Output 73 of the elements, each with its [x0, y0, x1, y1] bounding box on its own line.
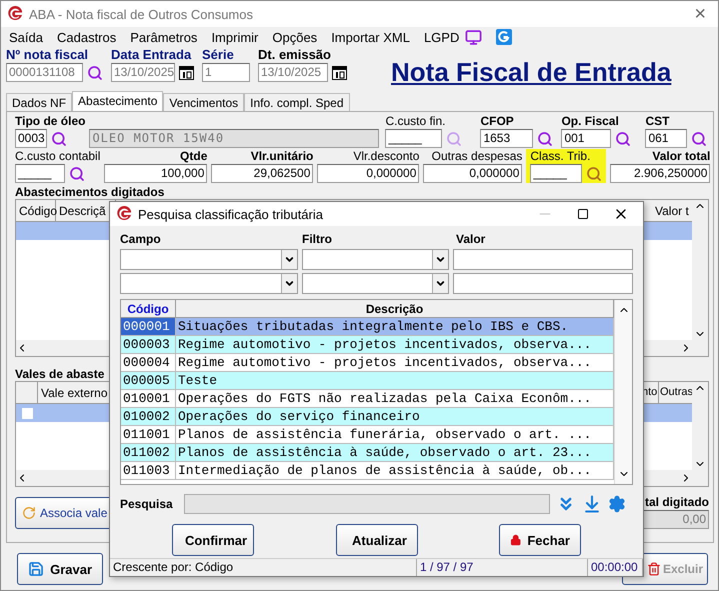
text-field[interactable]: _____: [385, 129, 442, 148]
field-label: Qtde: [179, 149, 208, 164]
section-title: Abastecimentos digitados: [15, 185, 164, 199]
tab[interactable]: Dados NF: [6, 93, 72, 111]
text-field[interactable]: 0,000000: [423, 164, 522, 183]
table-row[interactable]: 000003 Regime automotivo - projetos incentivados, observa...: [121, 336, 614, 354]
field-label: Valor: [456, 232, 486, 246]
text-field[interactable]: 100,000: [104, 164, 208, 183]
field-label: Outras despesas: [430, 149, 522, 164]
field-label: Vlr.unitário: [250, 149, 314, 164]
field-label: Dt. emissão: [258, 47, 332, 63]
column-header[interactable]: Valor t: [652, 200, 692, 221]
action-button[interactable]: Gravar: [17, 553, 103, 585]
column-header[interactable]: Outras: [659, 382, 692, 403]
field-label: Class. Trib.: [530, 149, 592, 164]
field-label: Campo: [120, 232, 162, 246]
field-label: C.custo contabil: [15, 149, 100, 164]
close-button[interactable]: ×: [694, 2, 712, 26]
text-field[interactable]: 1653: [480, 129, 534, 148]
field-label: Valor total: [651, 149, 710, 164]
field-label: Data Entrada: [111, 47, 192, 63]
table-row[interactable]: 010002 Operações do serviço financeiro: [121, 408, 614, 426]
field-label: tal digitado: [645, 495, 709, 510]
text-field[interactable]: _____: [530, 164, 582, 183]
field-label: Op. Fiscal: [561, 114, 620, 129]
menu-item[interactable]: Parâmetros: [130, 30, 198, 44]
table-row[interactable]: 000004 Regime automotivo - projetos incentivados, observa...: [121, 354, 614, 372]
field-label: CFOP: [480, 114, 515, 129]
tab[interactable]: Vencimentos: [163, 93, 244, 111]
dialog-title: Pesquisa classificação tributária: [138, 206, 324, 222]
menu-item[interactable]: Saída: [9, 30, 43, 44]
tab[interactable]: Info. compl. Sped: [244, 93, 350, 111]
text-field[interactable]: 13/10/2025: [258, 63, 328, 82]
menu-item[interactable]: Opções: [272, 30, 318, 44]
dialog-button[interactable]: Atualizar: [336, 524, 418, 556]
tab[interactable]: Abastecimento: [72, 91, 164, 111]
table-row[interactable]: 010001 Operações do FGTS não realizadas pela Caixa Econôm...: [121, 390, 614, 408]
field-label: C.custo fin.: [385, 114, 446, 129]
text-field[interactable]: 1: [202, 63, 250, 82]
table-row[interactable]: 000001 Situações tributadas integralmente pelo IBS e CBS.: [121, 318, 614, 336]
page-heading: Nota Fiscal de Entrada: [391, 57, 672, 88]
window-title: ABA - Nota fiscal de Outros Consumos: [29, 6, 254, 22]
menu-item[interactable]: Importar XML: [331, 30, 410, 44]
status-text: 1 / 97 / 97: [416, 559, 588, 576]
menu-item[interactable]: LGPD: [424, 30, 460, 44]
table-row[interactable]: 011001 Planos de assistência funerária, observado o art. ...: [121, 426, 614, 444]
text-field[interactable]: 0000131108: [6, 63, 83, 82]
status-text: Crescente por: Código: [110, 559, 417, 576]
table-row[interactable]: 011002 Planos de assistência à saúde, observado o art. 23...: [121, 444, 614, 462]
field-label: CST: [645, 114, 670, 129]
text-field[interactable]: _____: [15, 164, 65, 183]
dialog-button[interactable]: Fechar: [499, 524, 581, 556]
menu-item[interactable]: Cadastros: [56, 30, 116, 44]
menu-item[interactable]: Imprimir: [211, 30, 258, 44]
field-label: Vlr.desconto: [352, 149, 420, 164]
field-label: Nº nota fiscal: [6, 47, 90, 63]
text-field[interactable]: 001: [561, 129, 612, 148]
text-field[interactable]: 13/10/2025: [111, 63, 175, 82]
text-field[interactable]: 0003: [15, 129, 47, 148]
text-field[interactable]: 29,062500: [211, 164, 314, 183]
field-label: Série: [202, 47, 235, 63]
column-header[interactable]: Código: [121, 300, 176, 317]
dialog-button[interactable]: Confirmar: [172, 524, 254, 556]
field-label: Filtro: [302, 232, 333, 246]
status-text: 00:00:00: [588, 559, 643, 576]
column-header[interactable]: Código: [16, 200, 56, 221]
text-field[interactable]: 0,000000: [317, 164, 420, 183]
text-field[interactable]: 2.906,250000: [610, 164, 710, 183]
table-row[interactable]: 000005 Teste: [121, 372, 614, 390]
table-row[interactable]: 011003 Intermediação de planos de assistência à saúde, ob...: [121, 462, 614, 480]
text-field[interactable]: 061: [645, 129, 688, 148]
field-label: Tipo de óleo: [15, 114, 86, 129]
section-title: Vales de abaste: [15, 367, 104, 381]
